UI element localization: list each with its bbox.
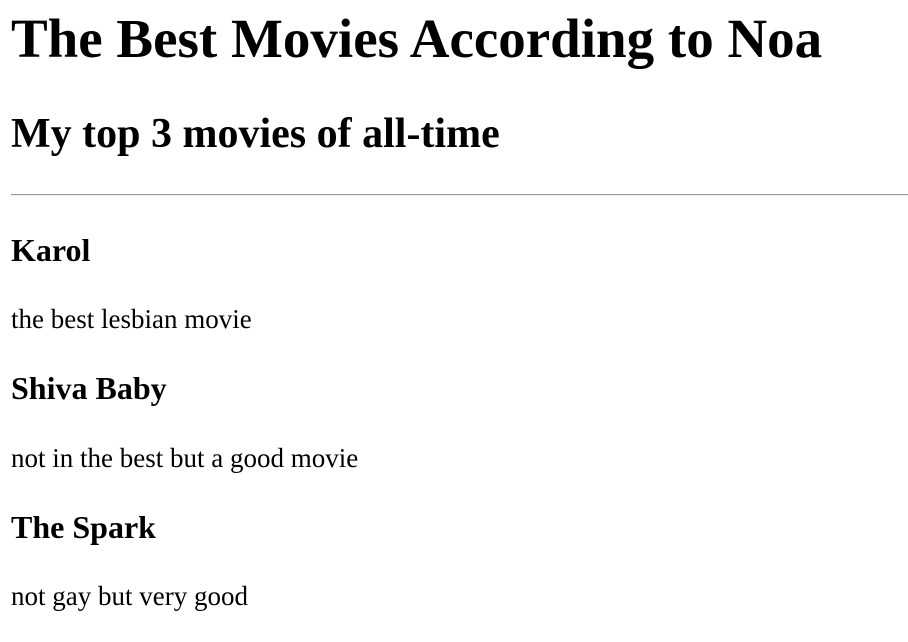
divider: [11, 194, 908, 196]
movie-description: the best lesbian movie: [11, 304, 252, 334]
page-subtitle: My top 3 movies of all-time: [11, 111, 500, 157]
movie-title: Karol: [11, 232, 91, 268]
movie-description: not gay but very good: [11, 581, 248, 611]
movie-title: The Spark: [11, 509, 156, 545]
movie-title: Shiva Baby: [11, 370, 167, 406]
page-title: The Best Movies According to Noa: [11, 8, 823, 69]
movie-description: not in the best but a good movie: [11, 443, 359, 473]
